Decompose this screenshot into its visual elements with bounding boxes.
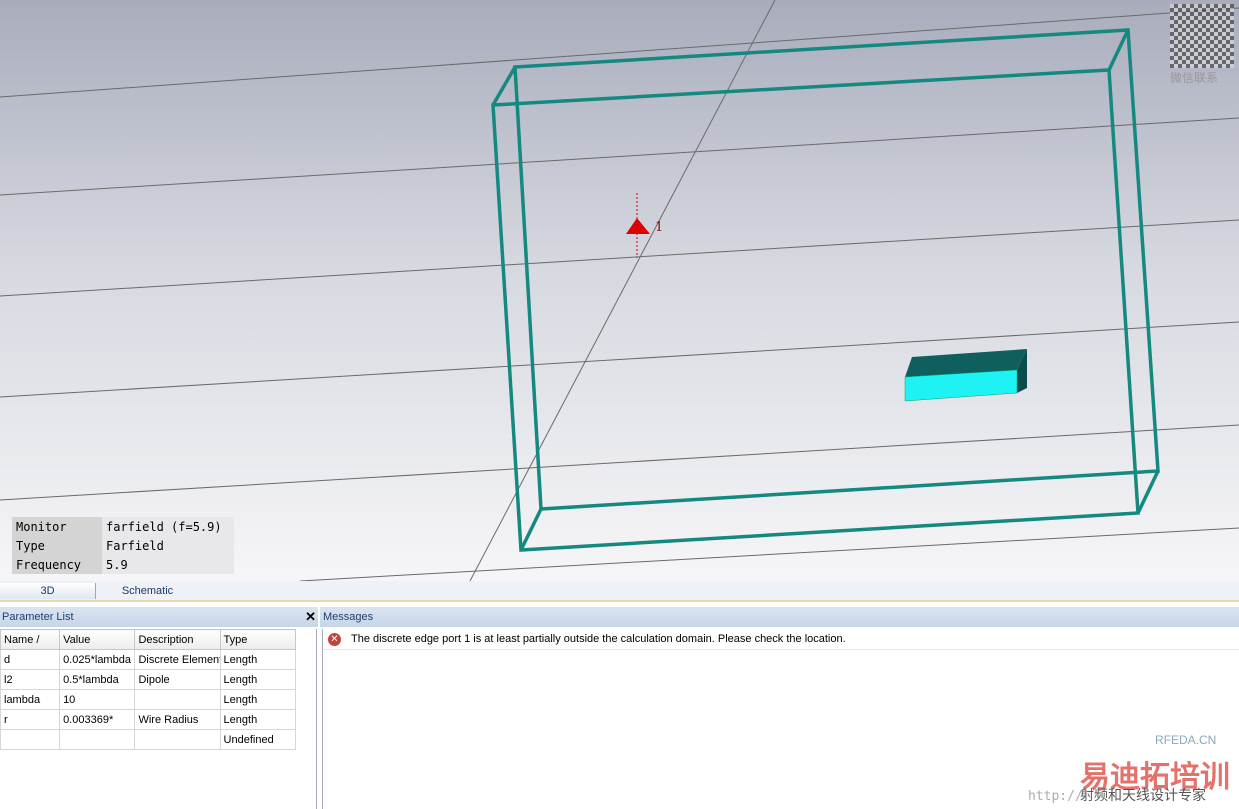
cell[interactable] <box>134 689 221 710</box>
messages-title: Messages <box>323 611 374 623</box>
message-text: The discrete edge port 1 is at least par… <box>351 633 846 645</box>
qr-code <box>1170 4 1234 68</box>
cell[interactable]: 0.003369* <box>59 709 136 730</box>
table-row[interactable]: Undefined <box>0 729 297 750</box>
parameter-table: Name / Value Description Type d 0.025*lam… <box>0 629 317 809</box>
messages-header: Messages <box>320 607 1239 627</box>
col-description[interactable]: Description <box>134 629 221 650</box>
cell[interactable]: Undefined <box>219 729 297 750</box>
cell[interactable]: Length <box>219 709 297 730</box>
monitor-info: Monitor farfield (f=5.9) Type Farfield Fre… <box>12 517 234 574</box>
3d-viewport[interactable]: 1 Monitor farfield (f=5.9) Type Farfield F… <box>0 0 1239 581</box>
port-label: 1 <box>655 220 664 235</box>
cell[interactable]: Length <box>219 689 297 710</box>
col-name[interactable]: Name / <box>0 629 61 650</box>
cell[interactable]: 0.5*lambda <box>59 669 136 690</box>
cell[interactable]: 0.025*lambda <box>59 649 136 670</box>
parameter-list-header: Parameter List ✕ <box>0 607 318 627</box>
cell[interactable]: Wire Radius <box>134 709 221 730</box>
message-item[interactable]: ✕ The discrete edge port 1 is at least p… <box>323 629 1239 650</box>
table-header: Name / Value Description Type <box>0 629 297 650</box>
dipole-block <box>904 349 1027 402</box>
cell[interactable]: 10 <box>59 689 136 710</box>
grid-lines <box>0 0 1239 581</box>
cell[interactable]: Length <box>219 669 297 690</box>
bounding-box <box>491 28 1160 552</box>
col-value[interactable]: Value <box>59 629 136 650</box>
cell[interactable] <box>59 729 136 750</box>
error-icon: ✕ <box>328 632 341 646</box>
watermark-slogan: 射频和天线设计专家 <box>1080 787 1206 803</box>
tab-schematic[interactable]: Schematic <box>100 583 195 599</box>
cell[interactable]: d <box>0 649 61 670</box>
view-tabs: 3D Schematic <box>0 581 1239 602</box>
cell[interactable]: l2 <box>0 669 61 690</box>
close-icon[interactable]: ✕ <box>305 607 316 627</box>
cell[interactable] <box>0 729 61 750</box>
cell[interactable]: Discrete Element <box>134 649 221 670</box>
table-row[interactable]: l2 0.5*lambda Dipole Length <box>0 669 297 690</box>
port-cone-icon <box>626 218 650 234</box>
parameter-list-title: Parameter List <box>2 611 74 623</box>
scene <box>0 0 1239 581</box>
col-type[interactable]: Type <box>219 629 297 650</box>
cell[interactable]: lambda <box>0 689 61 710</box>
watermark-site: RFEDA.CN <box>1155 733 1217 747</box>
tab-3d[interactable]: 3D <box>0 583 96 599</box>
cell[interactable]: Dipole <box>134 669 221 690</box>
table-row[interactable]: r 0.003369* Wire Radius Length <box>0 709 297 730</box>
qr-caption: 微信联系 <box>1170 71 1219 85</box>
watermark-url: http:// <box>1028 789 1083 804</box>
table-row[interactable]: d 0.025*lambda Discrete Element Length <box>0 649 297 670</box>
cell[interactable] <box>134 729 221 750</box>
cell[interactable]: r <box>0 709 61 730</box>
cell[interactable]: Length <box>219 649 297 670</box>
table-row[interactable]: lambda 10 Length <box>0 689 297 710</box>
